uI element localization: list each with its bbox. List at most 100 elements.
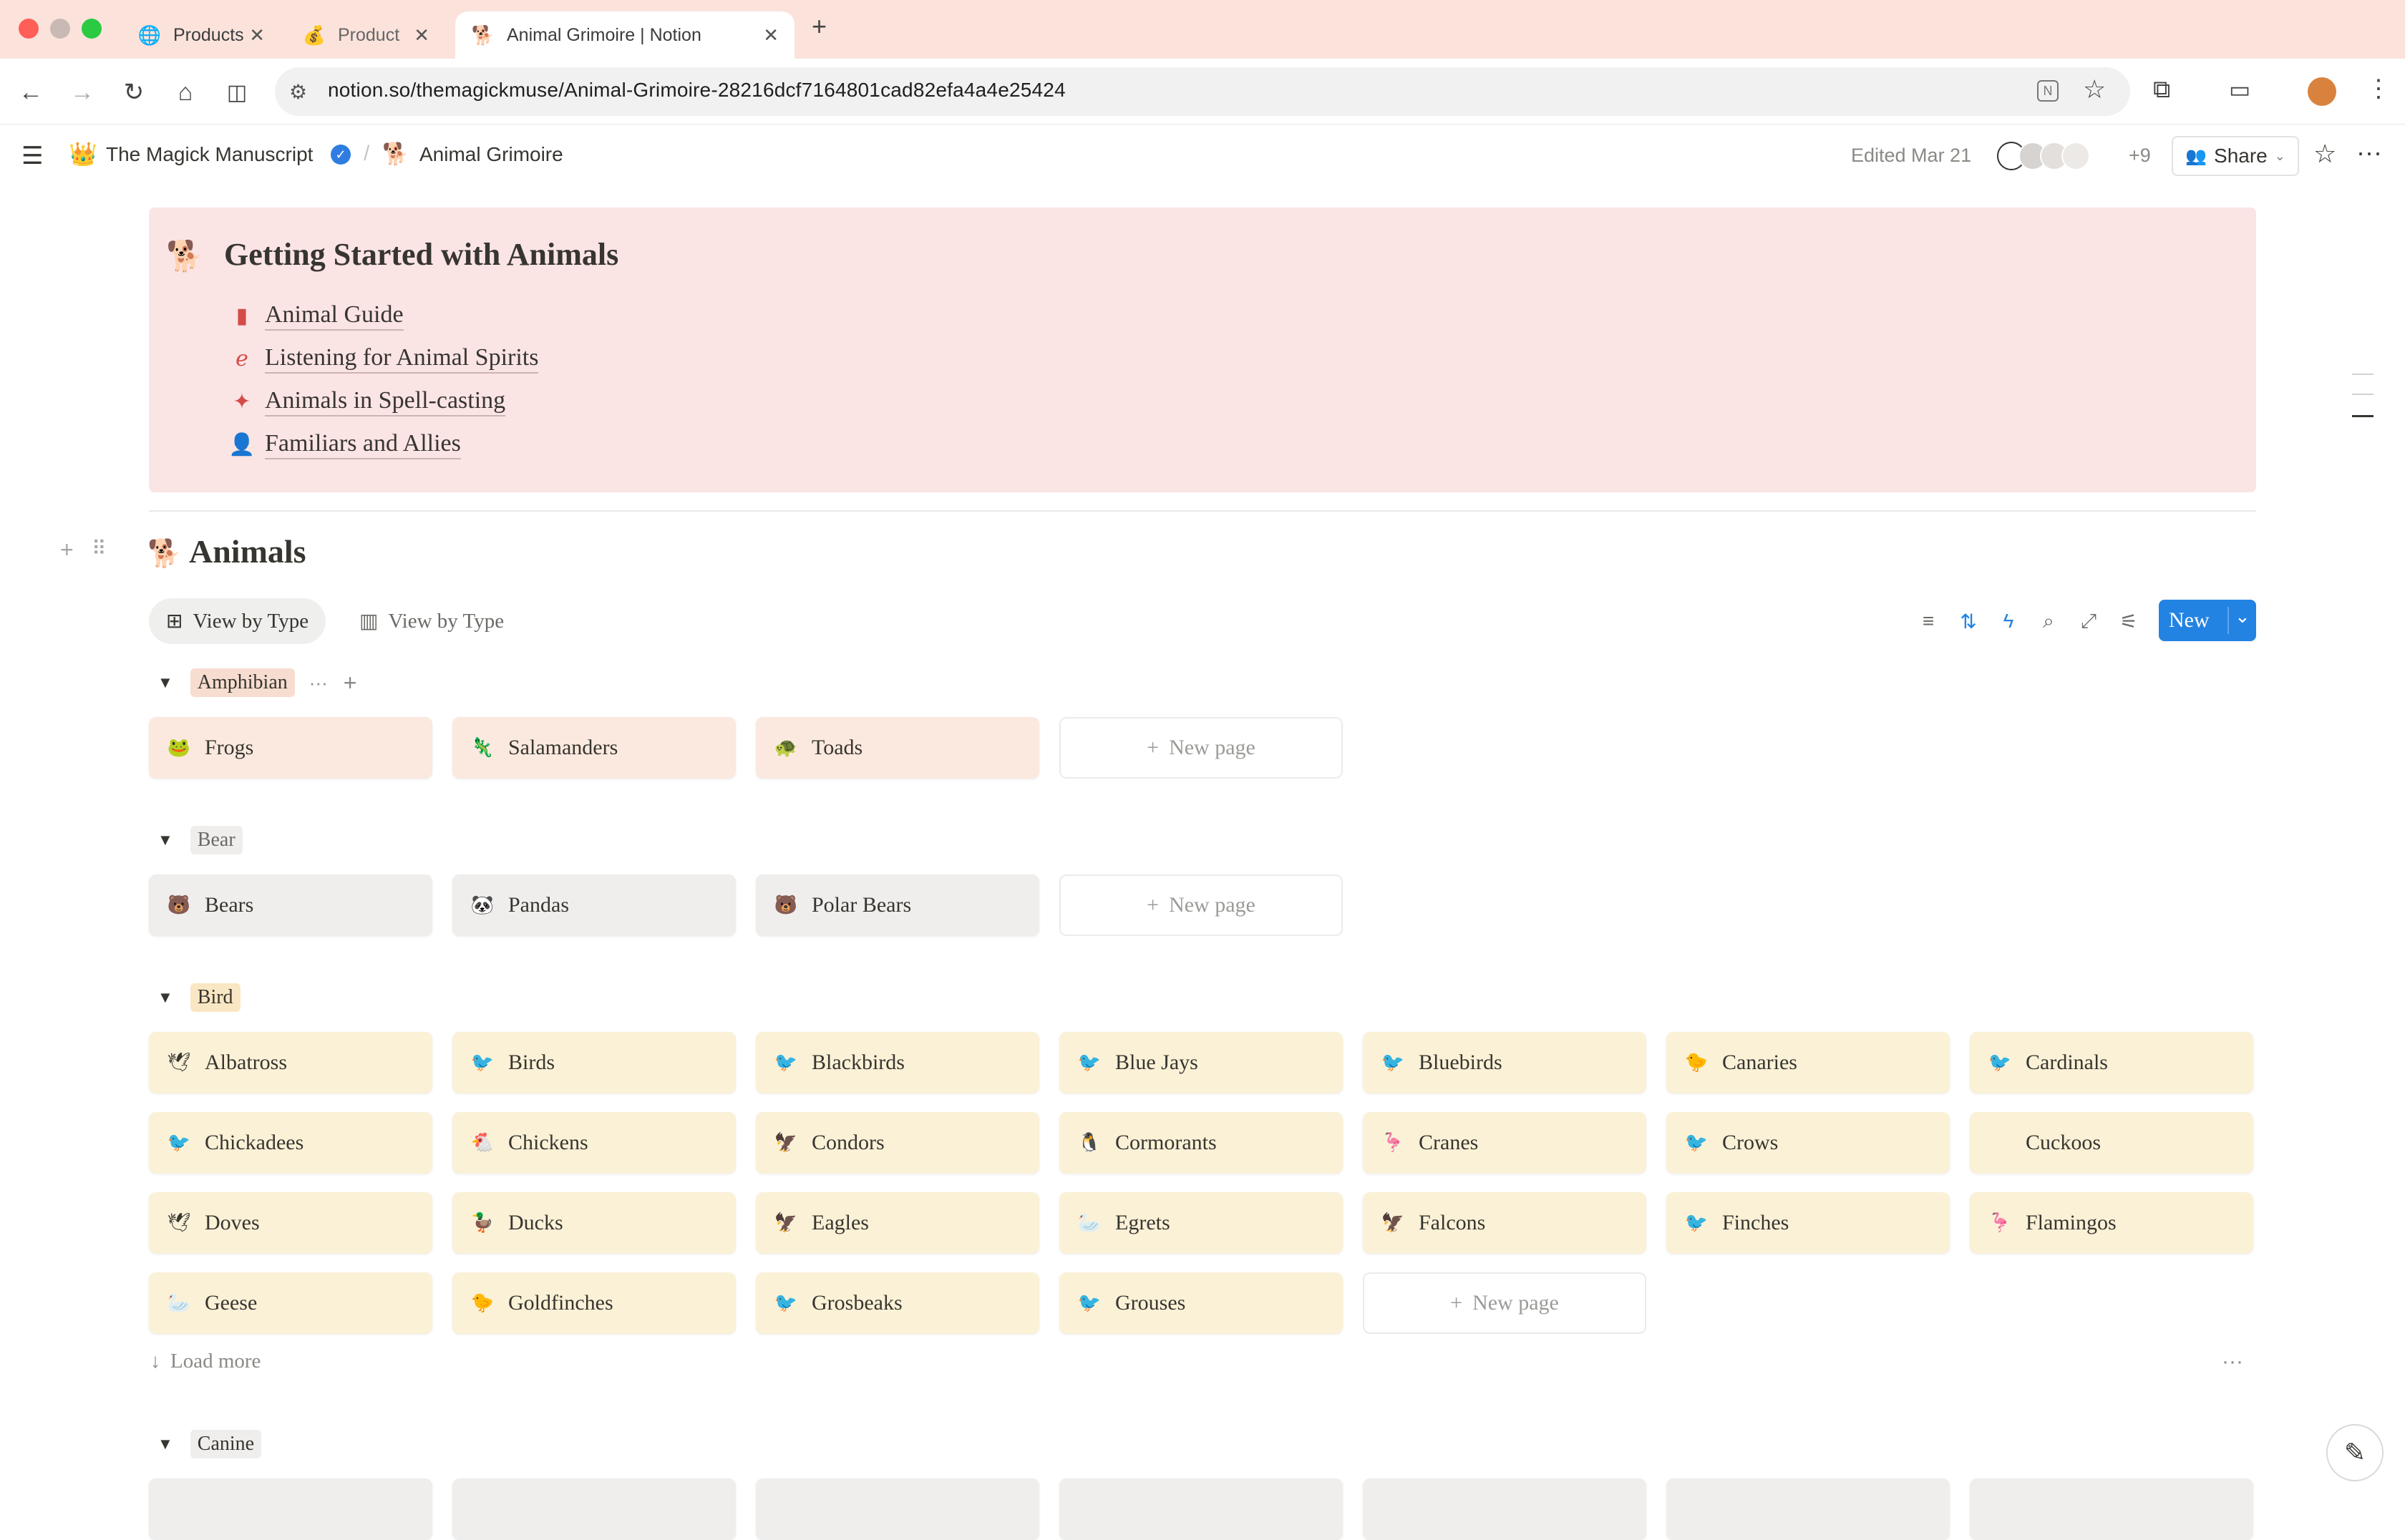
browser-tab-animal-grimoire[interactable]: 🐕 Animal Grimoire | Notion ✕ — [455, 11, 795, 59]
gallery-card[interactable]: 🐦 Grosbeaks — [756, 1272, 1039, 1334]
gallery-card[interactable] — [1059, 1478, 1343, 1540]
tab-view-by-type-gallery[interactable]: ⊞ View by Type — [149, 598, 326, 644]
close-window-button[interactable] — [19, 19, 39, 39]
close-tab-icon[interactable]: ✕ — [414, 24, 429, 47]
favorite-star-icon[interactable]: ☆ — [2313, 139, 2336, 169]
group-header-amphibian[interactable]: ▼ Amphibian ··· + — [157, 667, 356, 698]
gallery-card[interactable]: 🐦 Crows — [1666, 1112, 1950, 1174]
browser-tab-products[interactable]: 🌐 Products ✕ — [122, 11, 281, 59]
bookmark-star-icon[interactable]: ☆ — [2083, 74, 2106, 104]
chevron-down-icon[interactable]: ⌄ — [2235, 605, 2250, 628]
reload-icon[interactable]: ↻ — [117, 76, 150, 109]
gallery-card[interactable]: 🐧 Cormorants — [1059, 1112, 1343, 1174]
gallery-card[interactable]: 🕊 Albatross — [149, 1032, 432, 1093]
group-more-icon[interactable]: ··· — [2222, 1350, 2243, 1374]
tab-view-by-type-board[interactable]: ▥ View by Type — [342, 598, 521, 644]
gallery-card[interactable]: 🦩 Flamingos — [1970, 1192, 2253, 1254]
gallery-card[interactable]: 🐸 Frogs — [149, 717, 432, 779]
outline-marker-active[interactable] — [2352, 415, 2374, 417]
gallery-card[interactable]: 🐦 Finches — [1666, 1192, 1950, 1254]
extensions-puzzle-icon[interactable]: ⧉ — [2153, 76, 2170, 104]
gallery-card[interactable]: 🐻 Polar Bears — [756, 874, 1039, 936]
new-tab-button[interactable]: + — [812, 11, 827, 42]
gallery-card[interactable] — [1666, 1478, 1950, 1540]
close-tab-icon[interactable]: ✕ — [763, 24, 779, 47]
split-view-icon[interactable]: ◫ — [220, 76, 253, 109]
gallery-card[interactable]: 🐦 Blue Jays — [1059, 1032, 1343, 1093]
group-add-icon[interactable]: + — [344, 670, 357, 696]
gallery-card[interactable]: 🐢 Toads — [756, 717, 1039, 779]
link-animal-guide[interactable]: ▮ Animal Guide — [228, 301, 404, 331]
gallery-card[interactable]: 🐔 Chickens — [452, 1112, 736, 1174]
load-more-button[interactable]: ↓ Load more — [150, 1350, 261, 1373]
browser-menu-icon[interactable]: ⋮ — [2366, 74, 2391, 103]
gallery-card[interactable]: 🐦 Grouses — [1059, 1272, 1343, 1334]
gallery-card[interactable]: 🐤 Goldfinches — [452, 1272, 736, 1334]
gallery-card[interactable]: 🐦 Chickadees — [149, 1112, 432, 1174]
expand-icon[interactable]: ⤢ — [2076, 608, 2102, 634]
group-header-canine[interactable]: ▼ Canine — [157, 1428, 262, 1460]
automation-lightning-icon[interactable]: ϟ — [1996, 608, 2021, 634]
search-icon[interactable]: ⌕ — [2036, 608, 2061, 634]
gallery-card[interactable]: 🦅 Falcons — [1363, 1192, 1646, 1254]
gallery-card[interactable]: 🐼 Pandas — [452, 874, 736, 936]
gallery-card[interactable]: 🦩 Cranes — [1363, 1112, 1646, 1174]
share-button[interactable]: 👥 Share ⌄ — [2172, 136, 2299, 176]
collaborator-avatars[interactable] — [1997, 142, 2096, 172]
notion-ai-button[interactable]: ✎ — [2326, 1424, 2384, 1481]
home-icon[interactable]: ⌂ — [169, 76, 202, 109]
more-options-icon[interactable]: ··· — [2356, 137, 2382, 167]
add-block-icon[interactable]: + — [60, 537, 74, 563]
new-page-card[interactable]: + New page — [1059, 874, 1343, 936]
breadcrumb-page[interactable]: Animal Grimoire — [419, 143, 563, 166]
gallery-card[interactable]: 🐦 Bluebirds — [1363, 1032, 1646, 1093]
gallery-card[interactable] — [1363, 1478, 1646, 1540]
outline-marker[interactable] — [2352, 394, 2374, 395]
minimize-window-button[interactable] — [50, 19, 70, 39]
gallery-card[interactable] — [149, 1478, 432, 1540]
profile-avatar[interactable] — [2308, 77, 2336, 106]
gallery-card[interactable]: 🐻 Bears — [149, 874, 432, 936]
gallery-card[interactable]: 🕊 Doves — [149, 1192, 432, 1254]
gallery-card[interactable]: 🦢 Egrets — [1059, 1192, 1343, 1254]
group-header-bear[interactable]: ▼ Bear — [157, 824, 243, 856]
gallery-card[interactable]: 🐦 Blackbirds — [756, 1032, 1039, 1093]
breadcrumb-workspace[interactable]: The Magick Manuscript — [106, 143, 313, 166]
collapse-triangle-icon[interactable]: ▼ — [157, 831, 173, 849]
gallery-card[interactable]: 🐦 Birds — [452, 1032, 736, 1093]
gallery-card[interactable]: 🦢 Geese — [149, 1272, 432, 1334]
edited-timestamp[interactable]: Edited Mar 21 — [1851, 145, 1971, 167]
back-arrow-icon[interactable]: ← — [14, 76, 47, 109]
site-settings-icon[interactable]: ⚙ — [289, 80, 307, 104]
close-tab-icon[interactable]: ✕ — [249, 24, 265, 47]
sort-icon[interactable]: ⇅ — [1955, 608, 1981, 634]
gallery-card[interactable]: 🐤 Canaries — [1666, 1032, 1950, 1093]
url-text[interactable]: notion.so/themagickmuse/Animal-Grimoire-… — [328, 79, 1066, 102]
group-more-icon[interactable]: ··· — [309, 672, 328, 694]
link-familiars-and-allies[interactable]: 👤 Familiars and Allies — [228, 429, 461, 459]
database-title[interactable]: Animals — [189, 532, 306, 570]
new-entry-button[interactable]: New ⌄ — [2159, 600, 2256, 641]
reading-list-icon[interactable]: ▭ — [2229, 76, 2250, 103]
maximize-window-button[interactable] — [82, 19, 102, 39]
link-animals-in-spell-casting[interactable]: ✦ Animals in Spell-casting — [228, 386, 506, 416]
view-settings-icon[interactable]: ⚟ — [2116, 608, 2142, 634]
collapse-triangle-icon[interactable]: ▼ — [157, 988, 173, 1007]
gallery-card[interactable] — [1970, 1478, 2253, 1540]
collapse-triangle-icon[interactable]: ▼ — [157, 1435, 173, 1453]
collapse-triangle-icon[interactable]: ▼ — [157, 673, 173, 692]
gallery-card[interactable]: 🦅 Eagles — [756, 1192, 1039, 1254]
filter-icon[interactable]: ≡ — [1915, 608, 1941, 634]
gallery-card[interactable] — [452, 1478, 736, 1540]
drag-handle-icon[interactable]: ⠿ — [92, 537, 107, 560]
new-page-card[interactable]: + New page — [1059, 717, 1343, 779]
forward-arrow-icon[interactable]: → — [66, 76, 99, 109]
group-header-bird[interactable]: ▼ Bird — [157, 982, 240, 1013]
link-listening-for-animal-spirits[interactable]: ℯ Listening for Animal Spirits — [228, 343, 539, 374]
gallery-card[interactable]: 🦆 Ducks — [452, 1192, 736, 1254]
gallery-card[interactable]: 🦅 Condors — [756, 1112, 1039, 1174]
outline-marker[interactable] — [2352, 374, 2374, 375]
notion-extension-icon[interactable]: N — [2037, 80, 2059, 102]
gallery-card[interactable]: 🦎 Salamanders — [452, 717, 736, 779]
gallery-card[interactable] — [756, 1478, 1039, 1540]
